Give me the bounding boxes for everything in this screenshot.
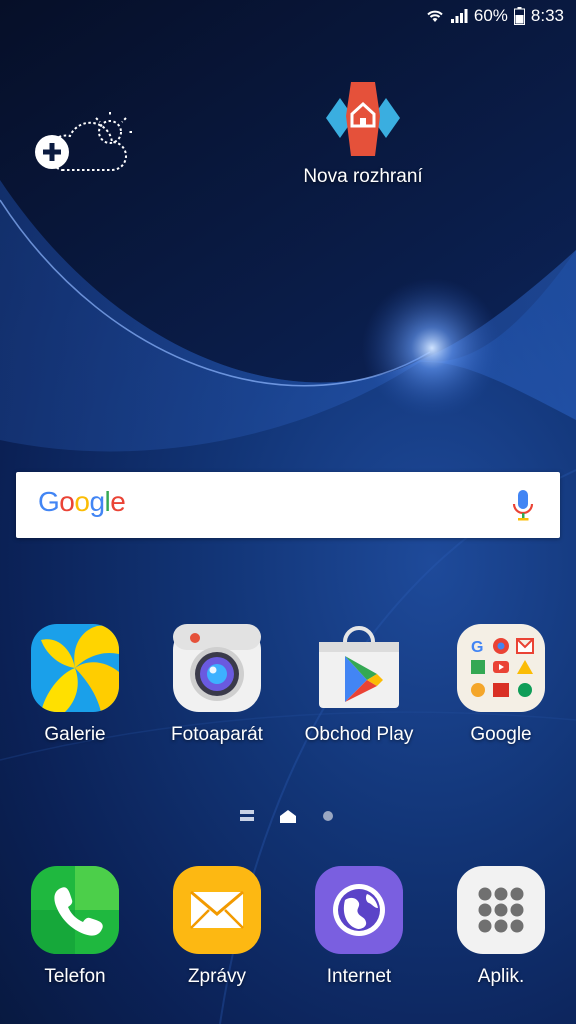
nova-launcher-label: Nova rozhraní [303,166,423,187]
menu-page-icon [240,810,254,821]
app-galerie[interactable]: Galerie [10,624,140,746]
add-weather-icon [35,112,132,171]
dock-app-zpravy[interactable]: Zprávy [152,866,282,988]
gallery-icon [31,624,119,712]
app-label: Obchod Play [304,724,414,745]
google-logo: Google [38,486,126,518]
clock: 8:33 [530,6,564,25]
weather-widget[interactable] [32,106,142,176]
page-indicator[interactable] [236,806,344,826]
wifi-icon [427,10,443,22]
app-label: Google [470,724,532,745]
play-store-icon [319,626,399,708]
apps-icon [457,866,545,954]
messages-icon [173,866,261,954]
app-label: Telefon [44,966,106,987]
google-folder-icon: G [457,624,545,712]
google-logo-letter: e [110,486,126,517]
svg-text:G: G [471,639,483,656]
google-search-bar[interactable]: Google [16,472,560,538]
internet-icon [315,866,403,954]
google-logo-letter: o [59,486,75,517]
battery-icon [513,7,525,25]
dock-app-aplikace[interactable]: Aplik. [436,866,566,988]
microphone-icon[interactable] [512,489,534,523]
app-label: Zprávy [187,966,247,987]
app-label: Galerie [44,724,106,745]
phone-icon [31,866,119,954]
google-logo-letter: g [89,486,105,517]
app-fotoaparat[interactable]: Fotoaparát [152,624,282,746]
app-obchod-play[interactable]: Obchod Play [294,624,424,746]
battery-percentage: 60% [473,6,508,25]
dock-app-telefon[interactable]: Telefon [10,866,140,988]
signal-icon [450,9,468,23]
app-google-folder[interactable]: G Google [436,624,566,746]
google-logo-letter: G [38,486,60,517]
nova-launcher-icon [326,82,400,156]
status-bar: 60% 8:33 [0,0,576,34]
home-page-icon [280,810,296,823]
app-label: Fotoaparát [171,724,263,745]
app-label: Internet [326,966,392,987]
app-label: Aplik. [477,966,525,987]
dock-app-internet[interactable]: Internet [294,866,424,988]
home-screen: 60% 8:33 Nova rozhraní Google Galerie Fo… [0,0,576,1024]
page-dot [323,811,333,821]
camera-icon [173,624,261,712]
nova-launcher-shortcut[interactable]: Nova rozhraní [288,76,438,188]
google-logo-letter: o [74,486,90,517]
